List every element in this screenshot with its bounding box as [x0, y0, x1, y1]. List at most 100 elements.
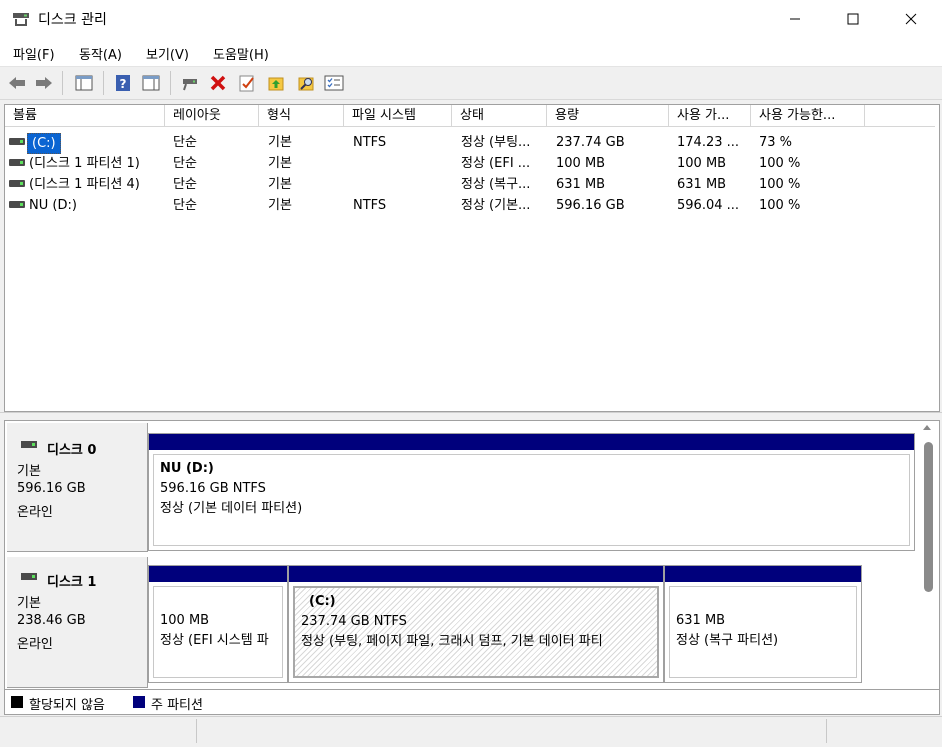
partition-type-bar [289, 566, 663, 582]
column-header-file-system[interactable]: 파일 시스템 [344, 105, 452, 127]
vertical-scrollbar-thumb[interactable] [924, 442, 933, 592]
partition-status: 정상 (복구 파티션) [676, 633, 779, 648]
menu-action[interactable]: 동작(A) [79, 44, 122, 63]
partition-nu-d[interactable]: NU (D:) 596.16 GB NTFS 정상 (기본 데이터 파티션) [148, 433, 915, 551]
back-icon [9, 77, 25, 89]
menu-bar: 파일(F) 동작(A) 보기(V) 도움말(H) [0, 38, 942, 67]
volume-layout: 단순 [173, 177, 197, 192]
svg-text:?: ? [120, 77, 127, 91]
volume-icon [9, 138, 25, 145]
settings-list-icon [324, 75, 344, 91]
maximize-icon [847, 13, 859, 25]
minimize-icon [790, 18, 800, 20]
legend-label-primary: 주 파티션 [151, 698, 203, 713]
delete-button[interactable] [207, 72, 229, 94]
volume-row[interactable]: (디스크 1 파티션 1) 단순 기본 정상 (EFI ... 100 MB 1… [5, 153, 935, 174]
menu-file[interactable]: 파일(F) [13, 44, 55, 63]
disk-0-label[interactable]: 디스크 0 기본 596.16 GB 온라인 [7, 423, 148, 552]
volume-name: NU (D:) [29, 198, 77, 213]
toolbar: ? [0, 67, 942, 100]
volume-type: 기본 [268, 156, 292, 171]
column-header-status[interactable]: 상태 [452, 105, 547, 127]
disk-state: 온라인 [17, 637, 53, 652]
check-properties-button[interactable] [236, 72, 258, 94]
status-panel [196, 719, 827, 743]
close-button[interactable] [882, 0, 940, 38]
scroll-up-arrow-icon[interactable] [921, 423, 933, 431]
column-header-capacity[interactable]: 용량 [547, 105, 669, 127]
volume-status: 정상 (EFI ... [461, 156, 531, 171]
volume-percent-free: 100 % [759, 177, 801, 192]
volume-row[interactable]: (디스크 1 파티션 4) 단순 기본 정상 (복구... 631 MB 631… [5, 174, 935, 195]
volume-icon [9, 159, 25, 166]
console-tree-button[interactable] [73, 72, 95, 94]
partition-details: (C:) 237.74 GB NTFS 정상 (부팅, 페이지 파일, 크래시 … [293, 586, 659, 678]
partition-size: 100 MB [160, 613, 210, 628]
legend-swatch-primary [133, 696, 145, 708]
forward-button[interactable] [33, 72, 55, 94]
help-button[interactable]: ? [112, 72, 134, 94]
volume-row[interactable]: (C:) 단순 기본 NTFS 정상 (부팅... 237.74 GB 174.… [5, 132, 935, 154]
volume-list: 볼륨 레이아웃 형식 파일 시스템 상태 용량 사용 가... 사용 가능한..… [4, 104, 940, 412]
volume-file-system: NTFS [353, 135, 387, 150]
status-bar [0, 716, 942, 747]
close-icon [905, 13, 917, 25]
partition-recovery[interactable]: 631 MB 정상 (복구 파티션) [664, 565, 862, 683]
partition-size: 596.16 GB NTFS [160, 481, 266, 496]
partition-details: 100 MB 정상 (EFI 시스템 파 [153, 586, 283, 678]
column-header-percent-free[interactable]: 사용 가능한... [751, 105, 865, 127]
disk-management-app-icon [13, 13, 29, 26]
disk-1-label[interactable]: 디스크 1 기본 238.46 GB 온라인 [7, 557, 148, 688]
volume-file-system: NTFS [353, 198, 387, 213]
disk-name: 디스크 1 [47, 575, 97, 590]
partition-status: 정상 (부팅, 페이지 파일, 크래시 덤프, 기본 데이터 파티 [301, 634, 603, 649]
minimize-button[interactable] [766, 0, 824, 38]
volume-capacity: 237.74 GB [556, 135, 625, 150]
status-panel [0, 719, 197, 743]
volume-free-space: 174.23 ... [677, 135, 740, 150]
column-header-type[interactable]: 형식 [259, 105, 344, 127]
toolbar-separator [170, 71, 171, 95]
maximize-button[interactable] [824, 0, 882, 38]
partition-efi[interactable]: 100 MB 정상 (EFI 시스템 파 [148, 565, 288, 683]
volume-row[interactable]: NU (D:) 단순 기본 NTFS 정상 (기본... 596.16 GB 5… [5, 195, 935, 216]
search-button[interactable] [295, 72, 317, 94]
partition-type-bar [665, 566, 861, 582]
forward-icon [36, 77, 52, 89]
column-header-layout[interactable]: 레이아웃 [165, 105, 259, 127]
partition-type-bar [149, 566, 287, 582]
settings-list-button[interactable] [323, 72, 345, 94]
volume-type: 기본 [268, 177, 292, 192]
properties-pane-button[interactable] [140, 72, 162, 94]
partition-c[interactable]: (C:) 237.74 GB NTFS 정상 (부팅, 페이지 파일, 크래시 … [288, 565, 664, 683]
volume-free-space: 631 MB [677, 177, 727, 192]
volume-icon [9, 180, 25, 187]
volume-layout: 단순 [173, 135, 197, 150]
volume-layout: 단순 [173, 156, 197, 171]
volume-free-space: 100 MB [677, 156, 727, 171]
volume-status: 정상 (부팅... [461, 135, 531, 150]
disk-size: 596.16 GB [17, 481, 86, 496]
up-folder-button[interactable] [265, 72, 287, 94]
disk-state: 온라인 [17, 505, 53, 520]
partition-title [676, 591, 850, 611]
console-tree-icon [75, 75, 93, 91]
volume-name: (C:) [27, 133, 61, 154]
legend-label-unallocated: 할당되지 않음 [29, 698, 105, 713]
menu-help[interactable]: 도움말(H) [213, 44, 269, 63]
column-header-free-space[interactable]: 사용 가... [669, 105, 751, 127]
disk-icon [21, 441, 37, 448]
volume-percent-free: 73 % [759, 135, 793, 150]
volume-type: 기본 [268, 135, 292, 150]
partition-title [160, 591, 276, 611]
column-header-volume[interactable]: 볼륨 [5, 105, 165, 127]
delete-icon [210, 75, 226, 91]
back-button[interactable] [6, 72, 28, 94]
volume-percent-free: 100 % [759, 156, 801, 171]
menu-view[interactable]: 보기(V) [146, 44, 189, 63]
partition-size: 237.74 GB NTFS [301, 614, 407, 629]
connect-disk-icon [183, 79, 197, 91]
partition-status: 정상 (기본 데이터 파티션) [160, 501, 303, 516]
connect-disk-button[interactable] [179, 72, 201, 94]
disk-name: 디스크 0 [47, 443, 97, 458]
